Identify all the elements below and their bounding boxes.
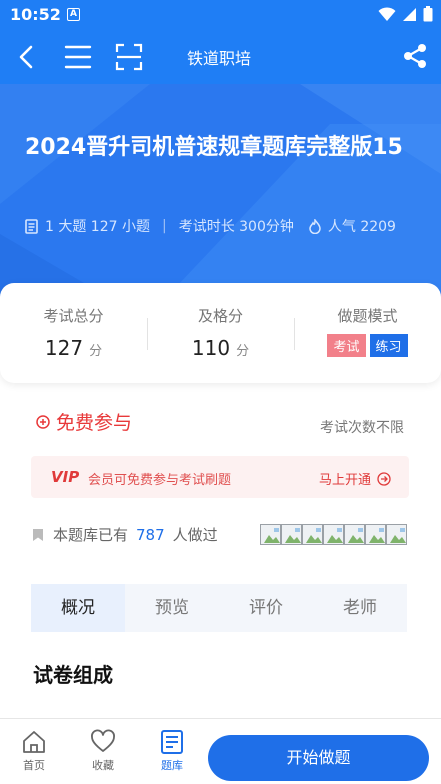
notification-a-icon: A xyxy=(67,8,80,21)
pass-score-value: 110 xyxy=(191,336,231,360)
flame-icon xyxy=(309,218,321,234)
hero-banner: 2024晋升司机普速规章题库完整版15 1 大题 127 小题 | 考试时长 3… xyxy=(0,84,441,304)
participants-suffix: 人做过 xyxy=(172,526,218,544)
vip-open-link[interactable]: 马上开通 xyxy=(319,469,391,488)
start-button[interactable]: 开始做题 xyxy=(208,735,429,781)
avatar xyxy=(386,524,407,545)
status-bar: 10:52 A xyxy=(0,0,441,30)
tab-reviews[interactable]: 评价 xyxy=(219,584,313,632)
exam-title: 2024晋升司机普速规章题库完整版15 xyxy=(25,135,403,160)
bottom-tab-favorites[interactable]: 收藏 xyxy=(77,727,129,773)
heart-icon xyxy=(91,729,115,752)
avatar xyxy=(260,524,281,545)
mode-practice-tag[interactable]: 练习 xyxy=(369,334,408,357)
pass-score-block: 及格分 110 分 xyxy=(147,283,294,383)
vip-banner[interactable]: VIP 会员可免费参与考试刷题 马上开通 xyxy=(31,456,409,498)
tab-overview[interactable]: 概况 xyxy=(31,584,125,632)
bottom-bar: 首页 收藏 题库 开始做题 xyxy=(0,718,441,784)
meta-divider: | xyxy=(161,218,167,234)
document-icon xyxy=(25,218,38,234)
wifi-icon xyxy=(378,6,396,21)
mode-exam-tag[interactable]: 考试 xyxy=(327,334,366,357)
total-score-label: 考试总分 xyxy=(43,307,104,325)
arrow-right-circle-icon xyxy=(377,471,391,486)
vip-badge: VIP xyxy=(51,468,80,486)
free-participation: 免费参与 xyxy=(36,408,132,435)
bottom-tab-favorites-label: 收藏 xyxy=(92,759,114,772)
pass-score-unit: 分 xyxy=(236,344,250,359)
tab-teacher[interactable]: 老师 xyxy=(313,584,407,632)
gift-icon xyxy=(36,414,50,429)
battery-icon xyxy=(423,6,433,22)
bottom-tab-home-label: 首页 xyxy=(23,759,45,772)
vip-open-label: 马上开通 xyxy=(318,473,371,488)
home-icon xyxy=(23,731,45,753)
avatar xyxy=(302,524,323,545)
nav-bar: 铁道职培 xyxy=(0,30,441,84)
nav-title: 铁道职培 xyxy=(187,49,252,68)
participants-row: 本题库已有 787 人做过 xyxy=(31,524,218,545)
vip-text: 会员可免费参与考试刷题 xyxy=(88,473,232,488)
avatar xyxy=(323,524,344,545)
mode-label: 做题模式 xyxy=(337,307,398,325)
mode-block: 做题模式 考试 练习 xyxy=(294,283,441,383)
share-icon[interactable] xyxy=(401,42,429,70)
bottom-tab-home[interactable]: 首页 xyxy=(8,727,60,773)
free-label: 免费参与 xyxy=(56,412,133,434)
exam-duration: 考试时长 300分钟 xyxy=(178,219,294,235)
signal-icon xyxy=(403,7,416,21)
exam-meta: 1 大题 127 小题 | 考试时长 300分钟 人气 2209 xyxy=(25,216,396,236)
question-count: 1 大题 127 小题 xyxy=(45,219,150,235)
content-tabs: 概况 预览 评价 老师 xyxy=(31,584,407,632)
participant-avatars xyxy=(260,524,407,545)
total-score-block: 考试总分 127 分 xyxy=(0,283,147,383)
popularity: 人气 2209 xyxy=(327,219,396,235)
tab-preview[interactable]: 预览 xyxy=(125,584,219,632)
avatar xyxy=(281,524,302,545)
total-score-unit: 分 xyxy=(89,344,103,359)
back-icon[interactable] xyxy=(14,44,40,70)
question-bank-icon xyxy=(161,730,183,754)
score-card: 考试总分 127 分 及格分 110 分 做题模式 考试 练习 xyxy=(0,283,441,383)
total-score-value-row: 127 分 xyxy=(0,336,147,360)
status-time: 10:52 xyxy=(10,5,61,24)
avatar xyxy=(344,524,365,545)
participants-count: 787 xyxy=(136,525,165,544)
hero-decoration xyxy=(0,84,441,304)
avatar xyxy=(365,524,386,545)
total-score-value: 127 xyxy=(44,336,84,360)
pass-score-value-row: 110 分 xyxy=(147,336,294,360)
section-title: 试卷组成 xyxy=(33,663,113,687)
bookmark-icon xyxy=(33,528,43,541)
exam-attempts: 考试次数不限 xyxy=(320,420,404,436)
scan-icon[interactable] xyxy=(115,43,143,71)
menu-icon[interactable] xyxy=(64,44,92,70)
participants-prefix: 本题库已有 xyxy=(53,526,129,544)
bottom-tab-question-bank-label: 题库 xyxy=(161,759,183,772)
pass-score-label: 及格分 xyxy=(197,307,243,325)
bottom-tab-question-bank[interactable]: 题库 xyxy=(146,727,198,773)
